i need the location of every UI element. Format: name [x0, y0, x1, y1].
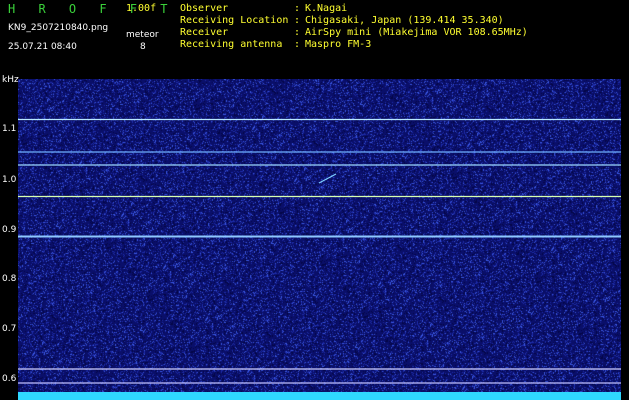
info-key-antenna: Receiving antenna — [180, 39, 283, 50]
y-tick-label: 0.9 — [2, 225, 17, 235]
info-separator: : — [294, 15, 301, 26]
y-tick-label: 0.6 — [2, 374, 17, 384]
y-tick-label: 0.8 — [2, 274, 17, 284]
info-value-observer: K.Nagai — [305, 3, 348, 14]
meteor-echo — [318, 173, 337, 184]
info-separator: : — [294, 3, 301, 14]
info-key-observer: Observer — [180, 3, 229, 14]
info-value-receiver: AirSpy mini (Miakejima VOR 108.65MHz) — [305, 27, 528, 38]
y-tick-label: 1.0 — [2, 175, 17, 185]
signal-strength-strip — [18, 392, 621, 400]
info-separator: : — [294, 27, 301, 38]
info-key-location: Receiving Location — [180, 15, 289, 26]
file-name: KN9_2507210840.png — [8, 23, 109, 33]
axis-unit-label: kHz — [2, 75, 19, 85]
info-value-location: Chigasaki, Japan (139.414 35.340) — [305, 15, 504, 26]
y-tick-label: 0.7 — [2, 324, 17, 334]
y-tick-label: 1.1 — [2, 124, 17, 134]
info-value-antenna: Maspro FM-3 — [305, 39, 372, 50]
info-key-receiver: Receiver — [180, 27, 229, 38]
spectrogram-overlay — [18, 118, 621, 384]
date-time: 25.07.21 08:40 — [8, 42, 77, 52]
version-label: 1.00f — [126, 3, 157, 14]
meteor-count: 8 — [140, 42, 146, 52]
info-separator: : — [294, 39, 301, 50]
meteor-label: meteor — [126, 30, 159, 40]
spectrogram — [18, 79, 621, 396]
